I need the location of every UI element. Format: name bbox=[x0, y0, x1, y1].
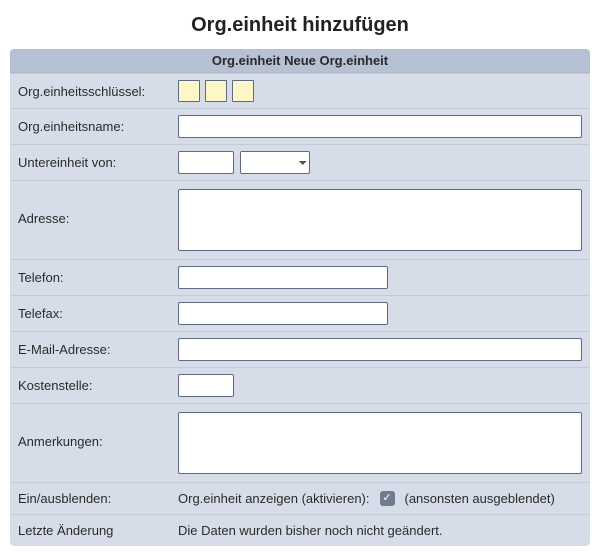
visibility-suffix: (ansonsten ausgeblendet) bbox=[405, 491, 555, 506]
phone-input[interactable] bbox=[178, 266, 388, 289]
subunit-select[interactable] bbox=[240, 151, 310, 174]
visibility-checkbox[interactable]: ✓ bbox=[380, 491, 395, 506]
label-phone: Telefon: bbox=[18, 270, 178, 285]
row-address: Adresse: bbox=[10, 180, 590, 259]
row-notes: Anmerkungen: bbox=[10, 403, 590, 482]
row-fax: Telefax: bbox=[10, 295, 590, 331]
label-email: E-Mail-Adresse: bbox=[18, 342, 178, 357]
row-email: E-Mail-Adresse: bbox=[10, 331, 590, 367]
name-input[interactable] bbox=[178, 115, 582, 138]
label-address: Adresse: bbox=[18, 189, 178, 226]
key-box-1[interactable] bbox=[178, 80, 200, 102]
row-key: Org.einheitsschlüssel: bbox=[10, 73, 590, 108]
label-subunit: Untereinheit von: bbox=[18, 155, 178, 170]
row-lastchange: Letzte Änderung Die Daten wurden bisher … bbox=[10, 514, 590, 546]
row-phone: Telefon: bbox=[10, 259, 590, 295]
row-visibility: Ein/ausblenden: Org.einheit anzeigen (ak… bbox=[10, 482, 590, 514]
row-subunit: Untereinheit von: bbox=[10, 144, 590, 180]
lastchange-text: Die Daten wurden bisher noch nicht geänd… bbox=[178, 523, 443, 538]
costcenter-input[interactable] bbox=[178, 374, 234, 397]
visibility-prefix: Org.einheit anzeigen (aktivieren): bbox=[178, 491, 370, 506]
subunit-input[interactable] bbox=[178, 151, 234, 174]
panel-header: Org.einheit Neue Org.einheit bbox=[10, 49, 590, 73]
field-key bbox=[178, 80, 582, 102]
label-visibility: Ein/ausblenden: bbox=[18, 491, 178, 506]
row-costcenter: Kostenstelle: bbox=[10, 367, 590, 403]
orgunit-form-panel: Org.einheit Neue Org.einheit Org.einheit… bbox=[10, 49, 590, 546]
page-title: Org.einheit hinzufügen bbox=[10, 14, 590, 37]
row-name: Org.einheitsname: bbox=[10, 108, 590, 144]
label-fax: Telefax: bbox=[18, 306, 178, 321]
address-textarea[interactable] bbox=[178, 189, 582, 251]
label-notes: Anmerkungen: bbox=[18, 412, 178, 449]
notes-textarea[interactable] bbox=[178, 412, 582, 474]
fax-input[interactable] bbox=[178, 302, 388, 325]
key-box-2[interactable] bbox=[205, 80, 227, 102]
label-key: Org.einheitsschlüssel: bbox=[18, 84, 178, 99]
key-box-3[interactable] bbox=[232, 80, 254, 102]
label-name: Org.einheitsname: bbox=[18, 119, 178, 134]
label-costcenter: Kostenstelle: bbox=[18, 378, 178, 393]
email-input[interactable] bbox=[178, 338, 582, 361]
label-lastchange: Letzte Änderung bbox=[18, 523, 178, 538]
